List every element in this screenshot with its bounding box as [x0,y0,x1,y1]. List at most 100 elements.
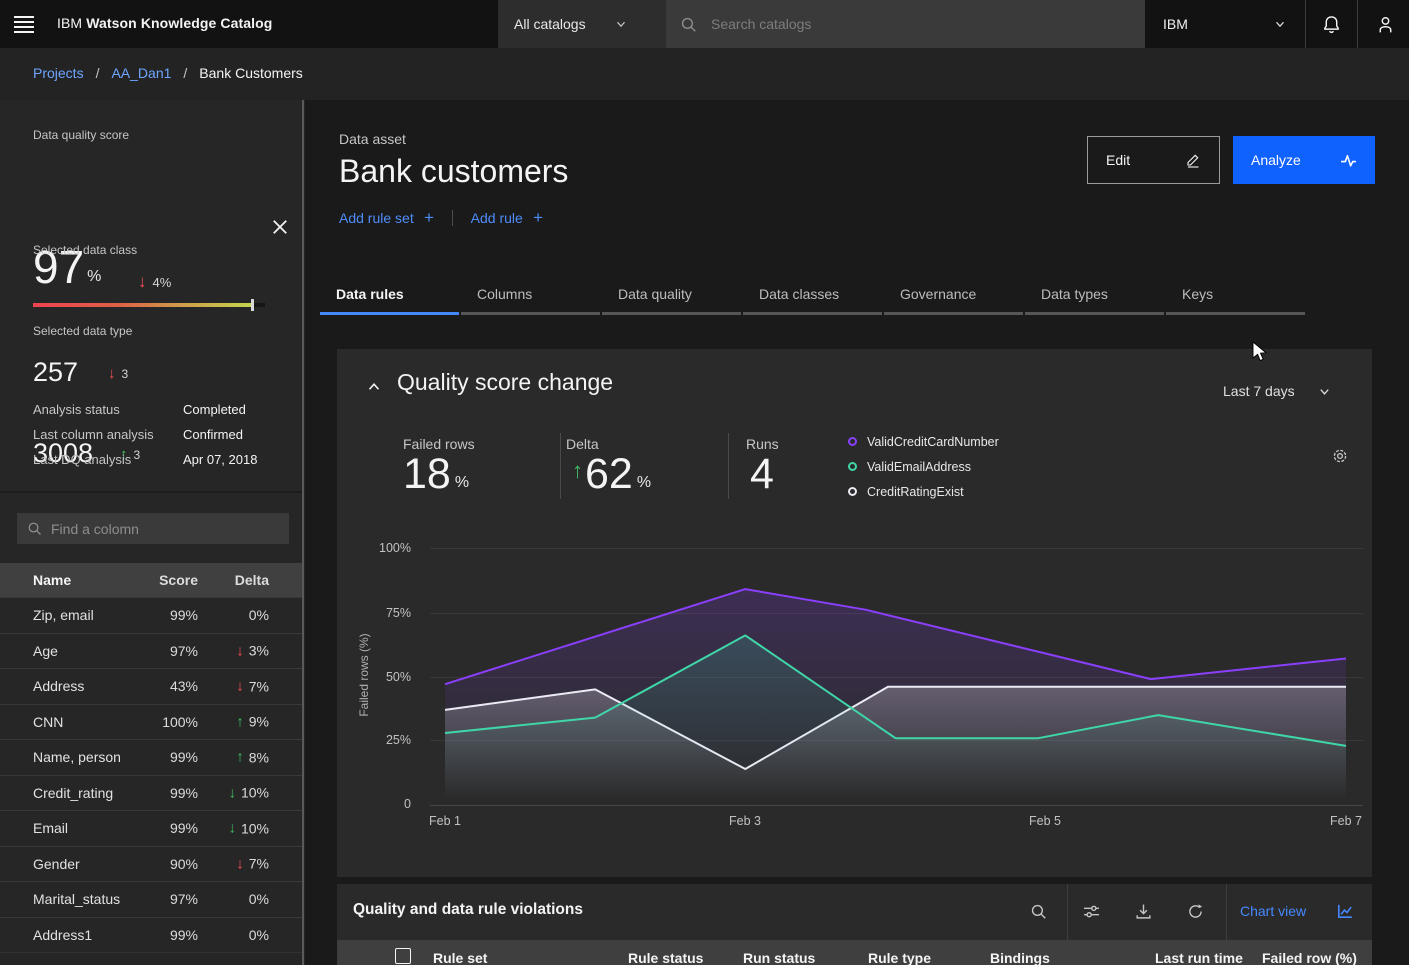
legend-swatch-2 [848,487,857,496]
y-axis-title: Failed rows (%) [357,633,371,716]
app-window: IBM Watson Knowledge Catalog All catalog… [0,0,1409,965]
refresh-button[interactable] [1181,897,1209,925]
table-row[interactable]: Address199% 0% [0,917,302,953]
last-dq-analysis-row: Last DQ analysisApr 07, 2018 [33,452,283,467]
edit-pencil-icon [1185,152,1201,168]
y-tick: 75% [355,606,411,620]
chart-view-button[interactable] [1331,897,1359,925]
find-column-search [17,513,289,544]
search-button[interactable] [1024,897,1052,925]
chart-legend: ValidCreditCardNumber ValidEmailAddress … [848,429,999,504]
time-range-dropdown[interactable]: Last 7 days [1223,383,1332,399]
download-button[interactable] [1129,897,1157,925]
col-header-score[interactable]: Score [159,572,198,588]
table-row[interactable]: Gender90% 7% [0,846,302,882]
col-failed-row[interactable]: Failed row (%) [1262,950,1357,965]
table-row[interactable]: CNN100% 9% [0,704,302,740]
tab-data-types[interactable]: Data types [1025,280,1164,315]
edit-button[interactable]: Edit [1087,136,1220,184]
breadcrumb: Projects / AA_Dan1 / Bank Customers [33,65,303,81]
breadcrumb-bar: Projects / AA_Dan1 / Bank Customers [0,48,1409,100]
breadcrumb-projects[interactable]: Projects [33,65,84,81]
trend-down-icon [108,365,116,382]
breadcrumb-separator: / [183,65,187,81]
breadcrumb-current: Bank Customers [199,65,302,81]
tab-data-rules[interactable]: Data rules [320,280,459,315]
y-tick: 25% [355,733,411,747]
sidebar-scrollbar[interactable] [302,100,304,965]
col-rule-set[interactable]: Rule set [433,950,487,965]
tab-data-classes[interactable]: Data classes [743,280,882,315]
find-column-input[interactable] [51,521,279,537]
col-rule-type[interactable]: Rule type [868,950,931,965]
trend-down-icon [138,272,147,292]
line-chart-icon [1336,902,1354,920]
search-catalogs-input[interactable] [711,16,1131,32]
delta-value: 62% [572,453,651,496]
filter-adjust-button[interactable] [1077,897,1105,925]
col-rule-status[interactable]: Rule status [628,950,703,965]
tab-governance[interactable]: Governance [884,280,1023,315]
quality-score-change-card: Quality score change Last 7 days Failed … [337,349,1372,877]
y-tick: 0 [355,797,411,811]
legend-item[interactable]: CreditRatingExist [848,479,999,504]
brand-prefix: IBM [57,15,82,31]
table-row[interactable]: Age97% 3% [0,633,302,669]
col-header-name[interactable]: Name [33,572,71,588]
failed-rows-value: 18% [403,453,469,496]
table-row[interactable]: Marital_status97% 0% [0,881,302,917]
quality-score-delta: 4% [138,272,171,292]
divider [728,433,729,499]
table-row[interactable]: Zip, email99% 0% [0,597,302,633]
add-icon [533,208,543,228]
col-run-status[interactable]: Run status [743,950,815,965]
trend-icon [236,713,244,730]
data-class-label: Selected data class [33,243,137,257]
select-all-checkbox[interactable] [395,948,411,964]
column-score-table: Name Score Delta Zip, email99% 0% Age97%… [0,563,302,965]
legend-item[interactable]: ValidEmailAddress [848,454,999,479]
activity-icon [1340,152,1357,169]
rule-actions: Add rule set Add rule [339,208,543,228]
col-header-delta[interactable]: Delta [235,572,269,588]
bell-icon [1322,15,1341,34]
chevron-up-icon[interactable] [365,378,383,396]
table-row-clipped [0,952,302,965]
table-row[interactable]: Credit_rating99% 10% [0,775,302,811]
legend-item[interactable]: ValidCreditCardNumber [848,429,999,454]
divider [0,491,302,493]
data-class-value: 257 [33,357,78,388]
breadcrumb-project-name[interactable]: AA_Dan1 [111,65,171,81]
table-row[interactable]: Email99% 10% [0,810,302,846]
y-tick: 100% [355,541,411,555]
account-dropdown[interactable]: IBM [1145,0,1306,48]
catalog-scope-dropdown[interactable]: All catalogs [498,0,666,48]
settings-adjust-icon [1083,903,1100,920]
profile-button[interactable] [1359,0,1409,48]
catalog-scope-label: All catalogs [514,16,586,32]
chevron-down-icon [1273,17,1287,31]
analyze-button[interactable]: Analyze [1233,136,1375,184]
menu-icon[interactable] [14,13,38,35]
table-row[interactable]: Name, person99% 8% [0,739,302,775]
add-rule-set-link[interactable]: Add rule set [339,208,434,228]
search-icon [27,521,42,536]
gear-icon[interactable] [1331,447,1349,465]
col-last-run-time[interactable]: Last run time [1155,950,1243,965]
add-rule-link[interactable]: Add rule [471,208,543,228]
chevron-down-icon [614,17,628,31]
tab-columns[interactable]: Columns [461,280,600,315]
trend-icon [228,820,236,837]
gauge-gradient [33,303,252,307]
col-bindings[interactable]: Bindings [990,950,1050,965]
tab-data-quality[interactable]: Data quality [602,280,741,315]
chart-view-link[interactable]: Chart view [1240,903,1306,919]
legend-swatch-1 [848,462,857,471]
table-row[interactable]: Address43% 7% [0,668,302,704]
tab-keys[interactable]: Keys [1166,280,1305,315]
divider [1067,884,1068,940]
close-icon[interactable] [270,217,290,237]
global-search [666,0,1145,48]
notifications-button[interactable] [1306,0,1358,48]
analysis-status-row: Analysis statusCompleted [33,402,283,417]
